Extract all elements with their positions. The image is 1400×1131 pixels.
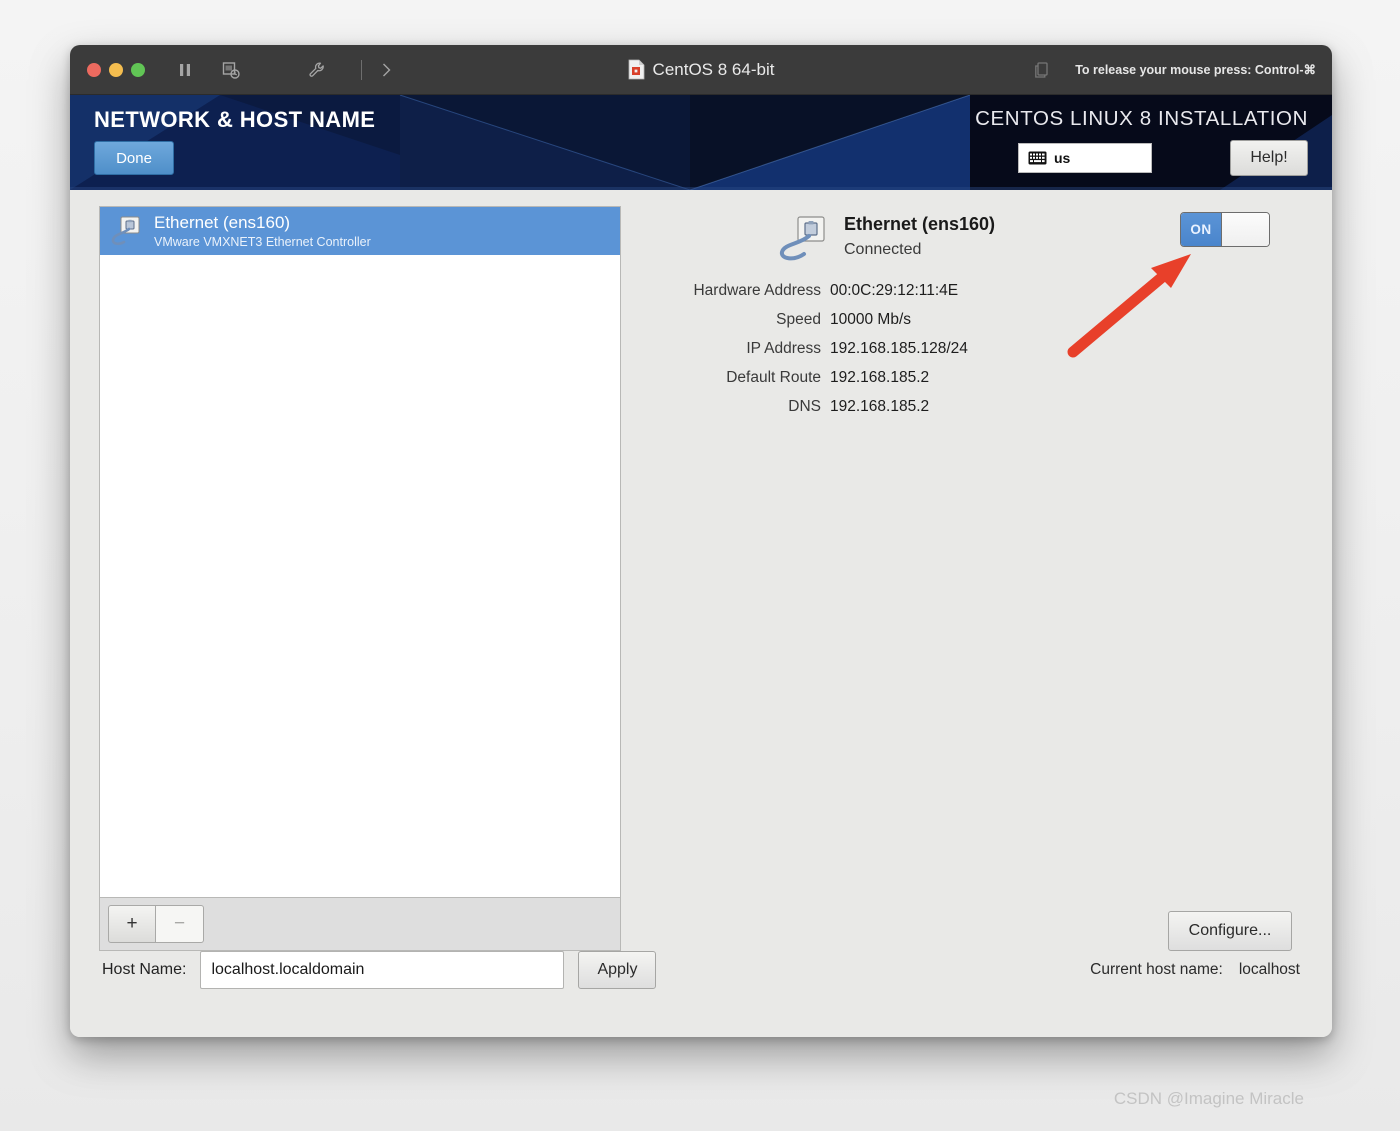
toolbar-divider — [361, 59, 362, 80]
current-hostname-value: localhost — [1238, 961, 1300, 978]
property-value: 00:0C:29:12:11:4E — [830, 282, 959, 299]
main-content: Ethernet (ens160) VMware VMXNET3 Etherne… — [70, 190, 1332, 1037]
current-hostname: Current host name: localhost — [1090, 961, 1300, 979]
traffic-lights — [87, 62, 145, 77]
header-right: CENTOS LINUX 8 INSTALLATION us Help! — [975, 107, 1308, 176]
property-label: DNS — [788, 398, 821, 415]
remove-device-button[interactable]: − — [156, 905, 204, 943]
chevron-right-icon[interactable] — [376, 60, 396, 80]
close-icon[interactable] — [87, 62, 101, 77]
snapshot-icon[interactable] — [221, 60, 241, 80]
table-row: Hardware Address 00:0C:29:12:11:4E — [630, 282, 1308, 300]
property-value: 192.168.185.2 — [830, 369, 930, 386]
device-properties: Hardware Address 00:0C:29:12:11:4E Speed… — [630, 282, 1308, 416]
table-row: Speed 10000 Mb/s — [630, 311, 1308, 329]
ethernet-icon — [779, 216, 825, 261]
table-row: DNS 192.168.185.2 — [630, 398, 1308, 416]
device-state: Connected — [844, 241, 922, 258]
done-button[interactable]: Done — [94, 141, 174, 175]
hostname-label: Host Name: — [102, 961, 187, 978]
wrench-icon[interactable] — [307, 60, 327, 80]
network-toggle[interactable]: ON — [1180, 212, 1270, 247]
maximize-icon[interactable] — [131, 62, 145, 77]
hostname-input[interactable] — [200, 951, 565, 989]
vm-window: CentOS 8 64-bit To release your mouse pr… — [70, 45, 1332, 1037]
installation-title: CENTOS LINUX 8 INSTALLATION — [975, 107, 1308, 130]
window-titlebar: CentOS 8 64-bit To release your mouse pr… — [70, 45, 1332, 95]
ethernet-icon — [111, 216, 140, 246]
watermark: CSDN @Imagine Miracle — [1113, 1089, 1304, 1108]
installer-header: NETWORK & HOST NAME Done CENTOS LINUX 8 … — [70, 95, 1332, 190]
screen-icon[interactable] — [1033, 60, 1053, 80]
titlebar-right: To release your mouse press: Control-⌘ — [1033, 60, 1316, 80]
network-device-list[interactable]: Ethernet (ens160) VMware VMXNET3 Etherne… — [99, 206, 621, 898]
device-detail-panel: ON Ethernet (ens160) Connected Hardware … — [630, 206, 1308, 951]
property-label: IP Address — [746, 340, 821, 357]
apply-button[interactable]: Apply — [578, 951, 657, 989]
list-item[interactable]: Ethernet (ens160) VMware VMXNET3 Etherne… — [100, 207, 620, 255]
property-value: 192.168.185.128/24 — [830, 340, 968, 357]
current-hostname-label: Current host name: — [1090, 961, 1223, 978]
keyboard-icon — [1028, 151, 1047, 165]
property-label: Hardware Address — [693, 282, 821, 299]
page-title: NETWORK & HOST NAME — [94, 107, 376, 132]
help-button[interactable]: Help! — [1230, 140, 1308, 176]
table-row: Default Route 192.168.185.2 — [630, 369, 1308, 387]
property-value: 10000 Mb/s — [830, 311, 911, 328]
minimize-icon[interactable] — [109, 62, 123, 77]
list-item-subtitle: VMware VMXNET3 Ethernet Controller — [154, 234, 371, 249]
vm-toolbar — [175, 59, 396, 80]
property-label: Speed — [776, 311, 821, 328]
mouse-release-hint: To release your mouse press: Control-⌘ — [1075, 63, 1316, 77]
window-title: CentOS 8 64-bit — [652, 59, 775, 79]
device-list-toolbar: + − — [99, 898, 621, 951]
network-toggle-label: ON — [1181, 213, 1221, 246]
header-left: NETWORK & HOST NAME Done — [94, 107, 375, 175]
keyboard-layout-label: us — [1054, 150, 1071, 166]
device-name: Ethernet (ens160) — [844, 214, 996, 234]
property-label: Default Route — [726, 369, 821, 386]
property-value: 192.168.185.2 — [830, 398, 930, 415]
hostname-row: Host Name: Apply Current host name: loca… — [70, 950, 1332, 990]
table-row: IP Address 192.168.185.128/24 — [630, 340, 1308, 358]
network-toggle-knob — [1221, 213, 1269, 246]
list-item-name: Ethernet (ens160) — [154, 213, 291, 233]
keyboard-layout-indicator[interactable]: us — [1018, 143, 1152, 173]
add-device-button[interactable]: + — [108, 905, 156, 943]
pause-icon[interactable] — [175, 60, 195, 80]
centos-document-icon — [628, 59, 644, 80]
configure-button[interactable]: Configure... — [1168, 911, 1292, 951]
